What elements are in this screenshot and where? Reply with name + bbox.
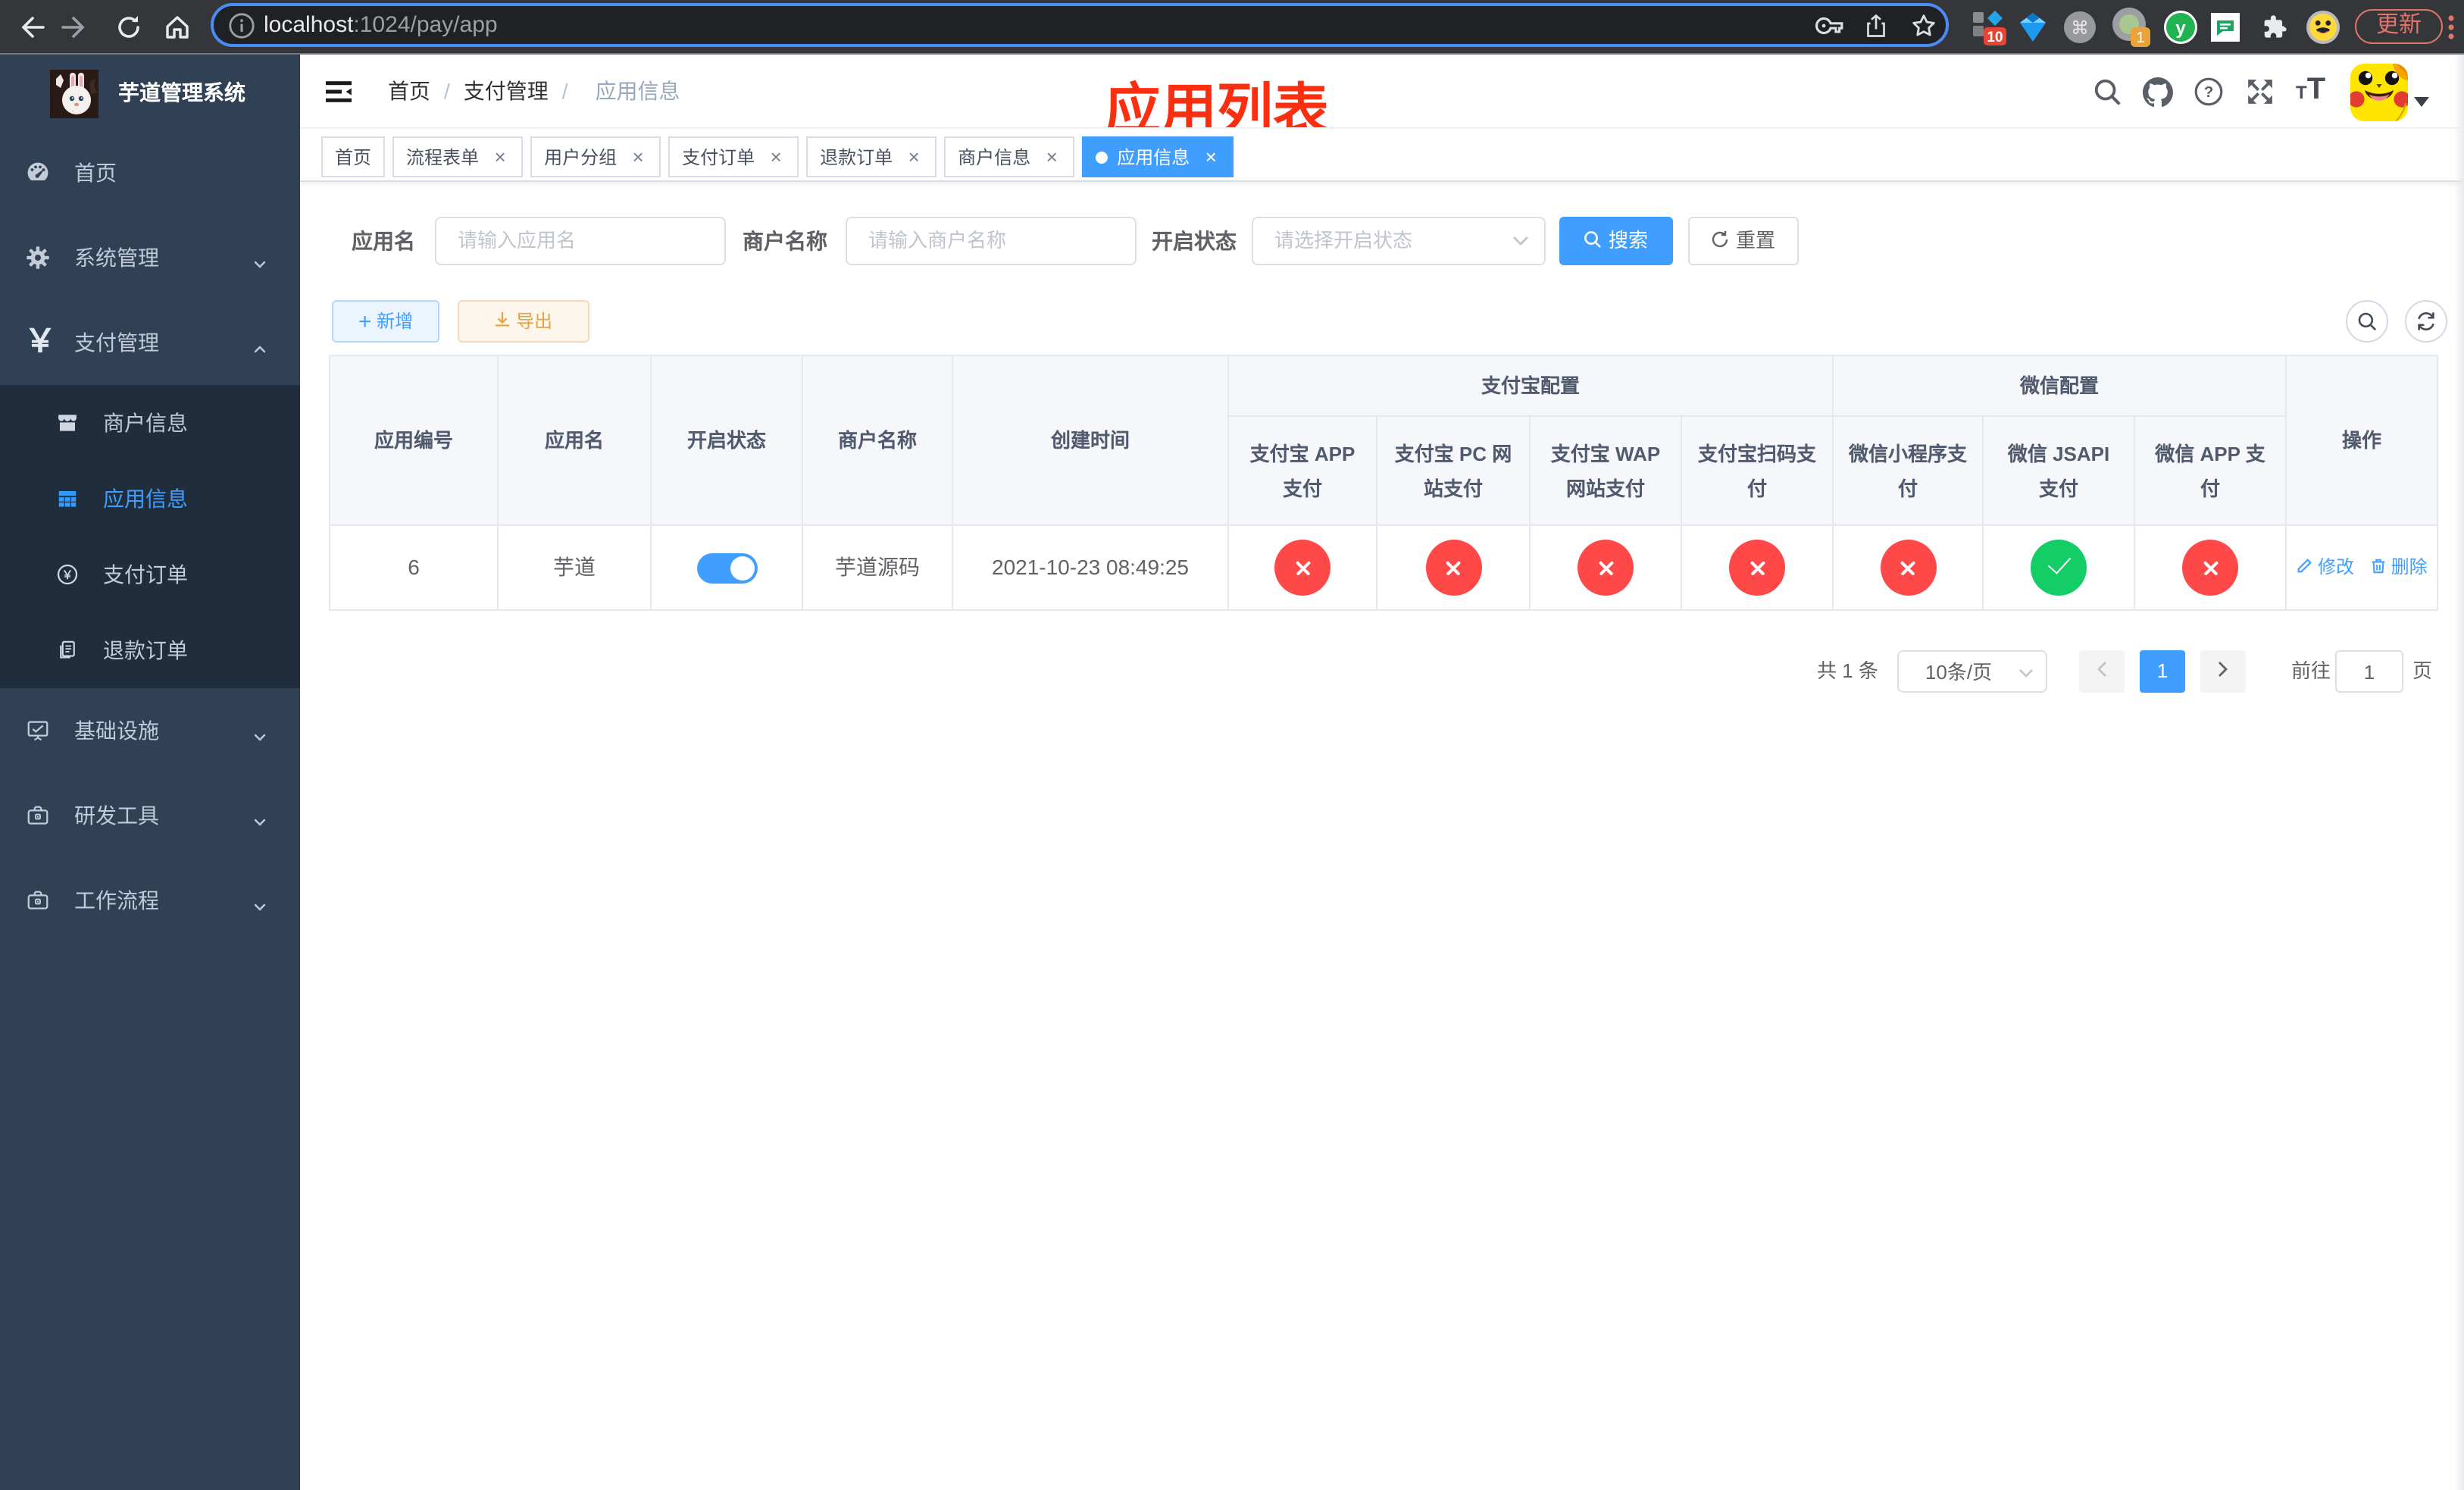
svg-text:￥: ￥ [61,569,73,582]
svg-text:?: ? [2204,83,2214,101]
svg-text:y: y [2175,17,2186,38]
svg-text:1: 1 [2136,29,2144,45]
svg-text:10: 10 [1987,29,2003,45]
svg-text:⌘: ⌘ [2071,17,2089,38]
